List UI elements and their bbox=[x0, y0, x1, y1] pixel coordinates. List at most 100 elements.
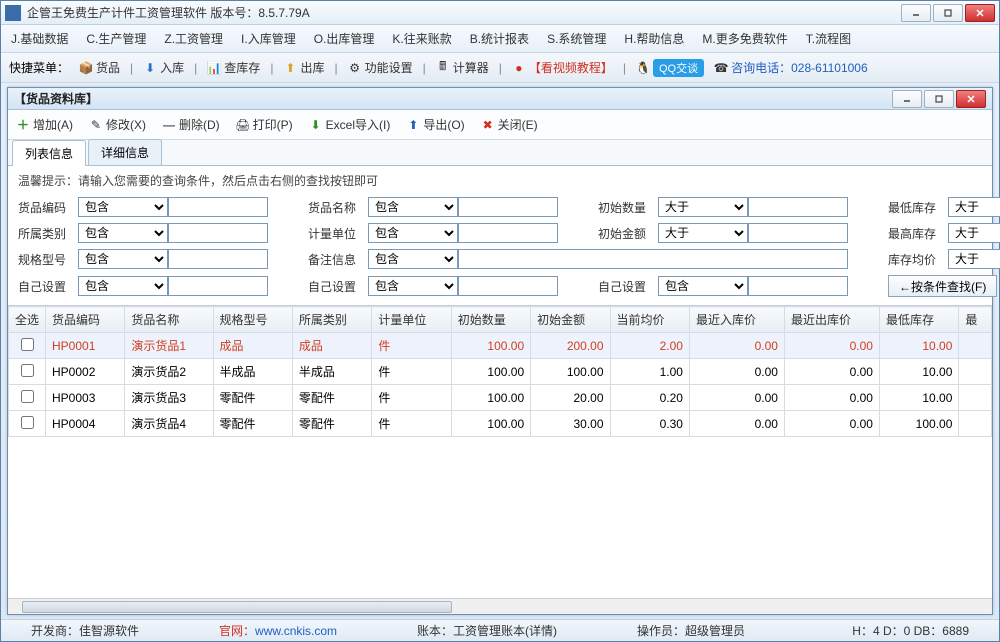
op-name[interactable]: 包含 bbox=[368, 197, 458, 217]
menu-flowchart[interactable]: T.流程图 bbox=[806, 30, 851, 47]
menu-salary[interactable]: Z.工资管理 bbox=[164, 30, 223, 47]
filter-hint: 温馨提示：请输入您需要的查询条件，然后点击右侧的查找按钮即可 bbox=[8, 166, 992, 195]
chart-icon: 📊 bbox=[207, 61, 221, 75]
tb-calculator[interactable]: 🖩计算器 bbox=[436, 59, 489, 76]
status-account[interactable]: 账本：工资管理账本(详情) bbox=[417, 622, 557, 639]
lbl-avg: 库存均价 bbox=[888, 251, 948, 268]
menu-basedata[interactable]: J.基础数据 bbox=[11, 30, 68, 47]
col-amt[interactable]: 初始金额 bbox=[531, 307, 610, 333]
col-avg[interactable]: 当前均价 bbox=[610, 307, 689, 333]
minimize-button[interactable] bbox=[901, 4, 931, 22]
plus-icon: ＋ bbox=[16, 118, 30, 132]
print-button[interactable]: 🖨打印(P) bbox=[236, 116, 293, 133]
close-tb-button[interactable]: ✖关闭(E) bbox=[481, 116, 538, 133]
tb-settings[interactable]: ⚙功能设置 bbox=[348, 59, 413, 76]
app-icon bbox=[5, 5, 21, 21]
val-name[interactable] bbox=[458, 197, 558, 217]
status-website[interactable]: 官网：www.cnkis.com bbox=[219, 622, 337, 639]
val-amt[interactable] bbox=[748, 223, 848, 243]
edit-button[interactable]: ✎修改(X) bbox=[89, 116, 146, 133]
tb-phone: ☎咨询电话：028-61101006 bbox=[714, 59, 868, 76]
inner-minimize-button[interactable] bbox=[892, 90, 922, 108]
col-qty[interactable]: 初始数量 bbox=[451, 307, 530, 333]
menu-instock[interactable]: I.入库管理 bbox=[241, 30, 296, 47]
scrollbar-thumb[interactable] bbox=[22, 601, 452, 613]
quick-toolbar: 快捷菜单： 📦货品 | ⬇入库 | 📊查库存 | ⬆出库 | ⚙功能设置 | 🖩… bbox=[1, 53, 999, 83]
menu-production[interactable]: C.生产管理 bbox=[86, 30, 146, 47]
menu-system[interactable]: S.系统管理 bbox=[547, 30, 606, 47]
op-self3[interactable]: 包含 bbox=[658, 276, 748, 296]
val-self1[interactable] bbox=[168, 276, 268, 296]
val-spec[interactable] bbox=[168, 249, 268, 269]
col-more[interactable]: 最 bbox=[959, 307, 992, 333]
op-minqty[interactable]: 大于 bbox=[948, 197, 1000, 217]
inner-close-button[interactable] bbox=[956, 90, 986, 108]
search-button[interactable]: ←按条件查找(F) bbox=[888, 275, 997, 297]
val-remark[interactable] bbox=[458, 249, 848, 269]
col-cat[interactable]: 所属类别 bbox=[292, 307, 371, 333]
filter-panel: 货品编码 包含 货品名称 包含 初始数量 大于 最低库存 大于 所属类别 包含 bbox=[8, 195, 992, 305]
op-qty[interactable]: 大于 bbox=[658, 197, 748, 217]
tab-detail[interactable]: 详细信息 bbox=[88, 139, 162, 165]
col-min[interactable]: 最低库存 bbox=[879, 307, 958, 333]
table-row[interactable]: HP0001演示货品1成品成品件 100.00200.002.00 0.000.… bbox=[9, 333, 992, 359]
row-checkbox[interactable] bbox=[21, 364, 34, 377]
val-self2[interactable] bbox=[458, 276, 558, 296]
menu-outstock[interactable]: O.出库管理 bbox=[314, 30, 375, 47]
tab-list[interactable]: 列表信息 bbox=[12, 140, 86, 166]
col-selectall[interactable]: 全选 bbox=[9, 307, 46, 333]
op-amt[interactable]: 大于 bbox=[658, 223, 748, 243]
table-row[interactable]: HP0003演示货品3零配件零配件件 100.0020.000.20 0.000… bbox=[9, 385, 992, 411]
delete-button[interactable]: —删除(D) bbox=[162, 116, 220, 133]
val-unit[interactable] bbox=[458, 223, 558, 243]
col-in[interactable]: 最近入库价 bbox=[689, 307, 784, 333]
inner-maximize-button[interactable] bbox=[924, 90, 954, 108]
inner-title: 【货品资料库】 bbox=[14, 90, 892, 107]
edit-icon: ✎ bbox=[89, 118, 103, 132]
val-qty[interactable] bbox=[748, 197, 848, 217]
table-row[interactable]: HP0002演示货品2半成品半成品件 100.00100.001.00 0.00… bbox=[9, 359, 992, 385]
add-button[interactable]: ＋增加(A) bbox=[16, 116, 73, 133]
col-unit[interactable]: 计量单位 bbox=[372, 307, 451, 333]
op-spec[interactable]: 包含 bbox=[78, 249, 168, 269]
op-maxqty[interactable]: 大于 bbox=[948, 223, 1000, 243]
import-button[interactable]: ⬇Excel导入(I) bbox=[309, 116, 391, 133]
calculator-icon: 🖩 bbox=[436, 61, 450, 75]
tb-checkstock[interactable]: 📊查库存 bbox=[207, 59, 260, 76]
row-checkbox[interactable] bbox=[21, 416, 34, 429]
col-spec[interactable]: 规格型号 bbox=[213, 307, 292, 333]
tb-instock[interactable]: ⬇入库 bbox=[143, 59, 184, 76]
op-code[interactable]: 包含 bbox=[78, 197, 168, 217]
tb-qq[interactable]: 🐧QQ交谈 bbox=[636, 59, 704, 77]
lbl-minqty: 最低库存 bbox=[888, 199, 948, 216]
maximize-button[interactable] bbox=[933, 4, 963, 22]
op-self1[interactable]: 包含 bbox=[78, 276, 168, 296]
status-operator: 操作员：超级管理员 bbox=[637, 622, 745, 639]
op-self2[interactable]: 包含 bbox=[368, 276, 458, 296]
menu-more[interactable]: M.更多免费软件 bbox=[702, 30, 787, 47]
row-checkbox[interactable] bbox=[21, 338, 34, 351]
op-cat[interactable]: 包含 bbox=[78, 223, 168, 243]
status-developer: 开发商：佳智源软件 bbox=[31, 622, 139, 639]
menu-account[interactable]: K.往来账款 bbox=[392, 30, 451, 47]
tb-goods[interactable]: 📦货品 bbox=[79, 59, 120, 76]
export-button[interactable]: ⬆导出(O) bbox=[406, 116, 464, 133]
close-button[interactable] bbox=[965, 4, 995, 22]
op-unit[interactable]: 包含 bbox=[368, 223, 458, 243]
tb-video[interactable]: ●【看视频教程】 bbox=[512, 59, 613, 76]
statusbar: 开发商：佳智源软件 官网：www.cnkis.com 账本：工资管理账本(详情)… bbox=[1, 619, 999, 641]
col-name[interactable]: 货品名称 bbox=[125, 307, 213, 333]
tb-outstock[interactable]: ⬆出库 bbox=[283, 59, 324, 76]
op-avg[interactable]: 大于 bbox=[948, 249, 1000, 269]
op-remark[interactable]: 包含 bbox=[368, 249, 458, 269]
menu-help[interactable]: H.帮助信息 bbox=[624, 30, 684, 47]
horizontal-scrollbar[interactable] bbox=[8, 598, 992, 614]
col-out[interactable]: 最近出库价 bbox=[784, 307, 879, 333]
val-code[interactable] bbox=[168, 197, 268, 217]
col-code[interactable]: 货品编码 bbox=[46, 307, 125, 333]
val-cat[interactable] bbox=[168, 223, 268, 243]
row-checkbox[interactable] bbox=[21, 390, 34, 403]
val-self3[interactable] bbox=[748, 276, 848, 296]
menu-report[interactable]: B.统计报表 bbox=[470, 30, 529, 47]
table-row[interactable]: HP0004演示货品4零配件零配件件 100.0030.000.30 0.000… bbox=[9, 411, 992, 437]
